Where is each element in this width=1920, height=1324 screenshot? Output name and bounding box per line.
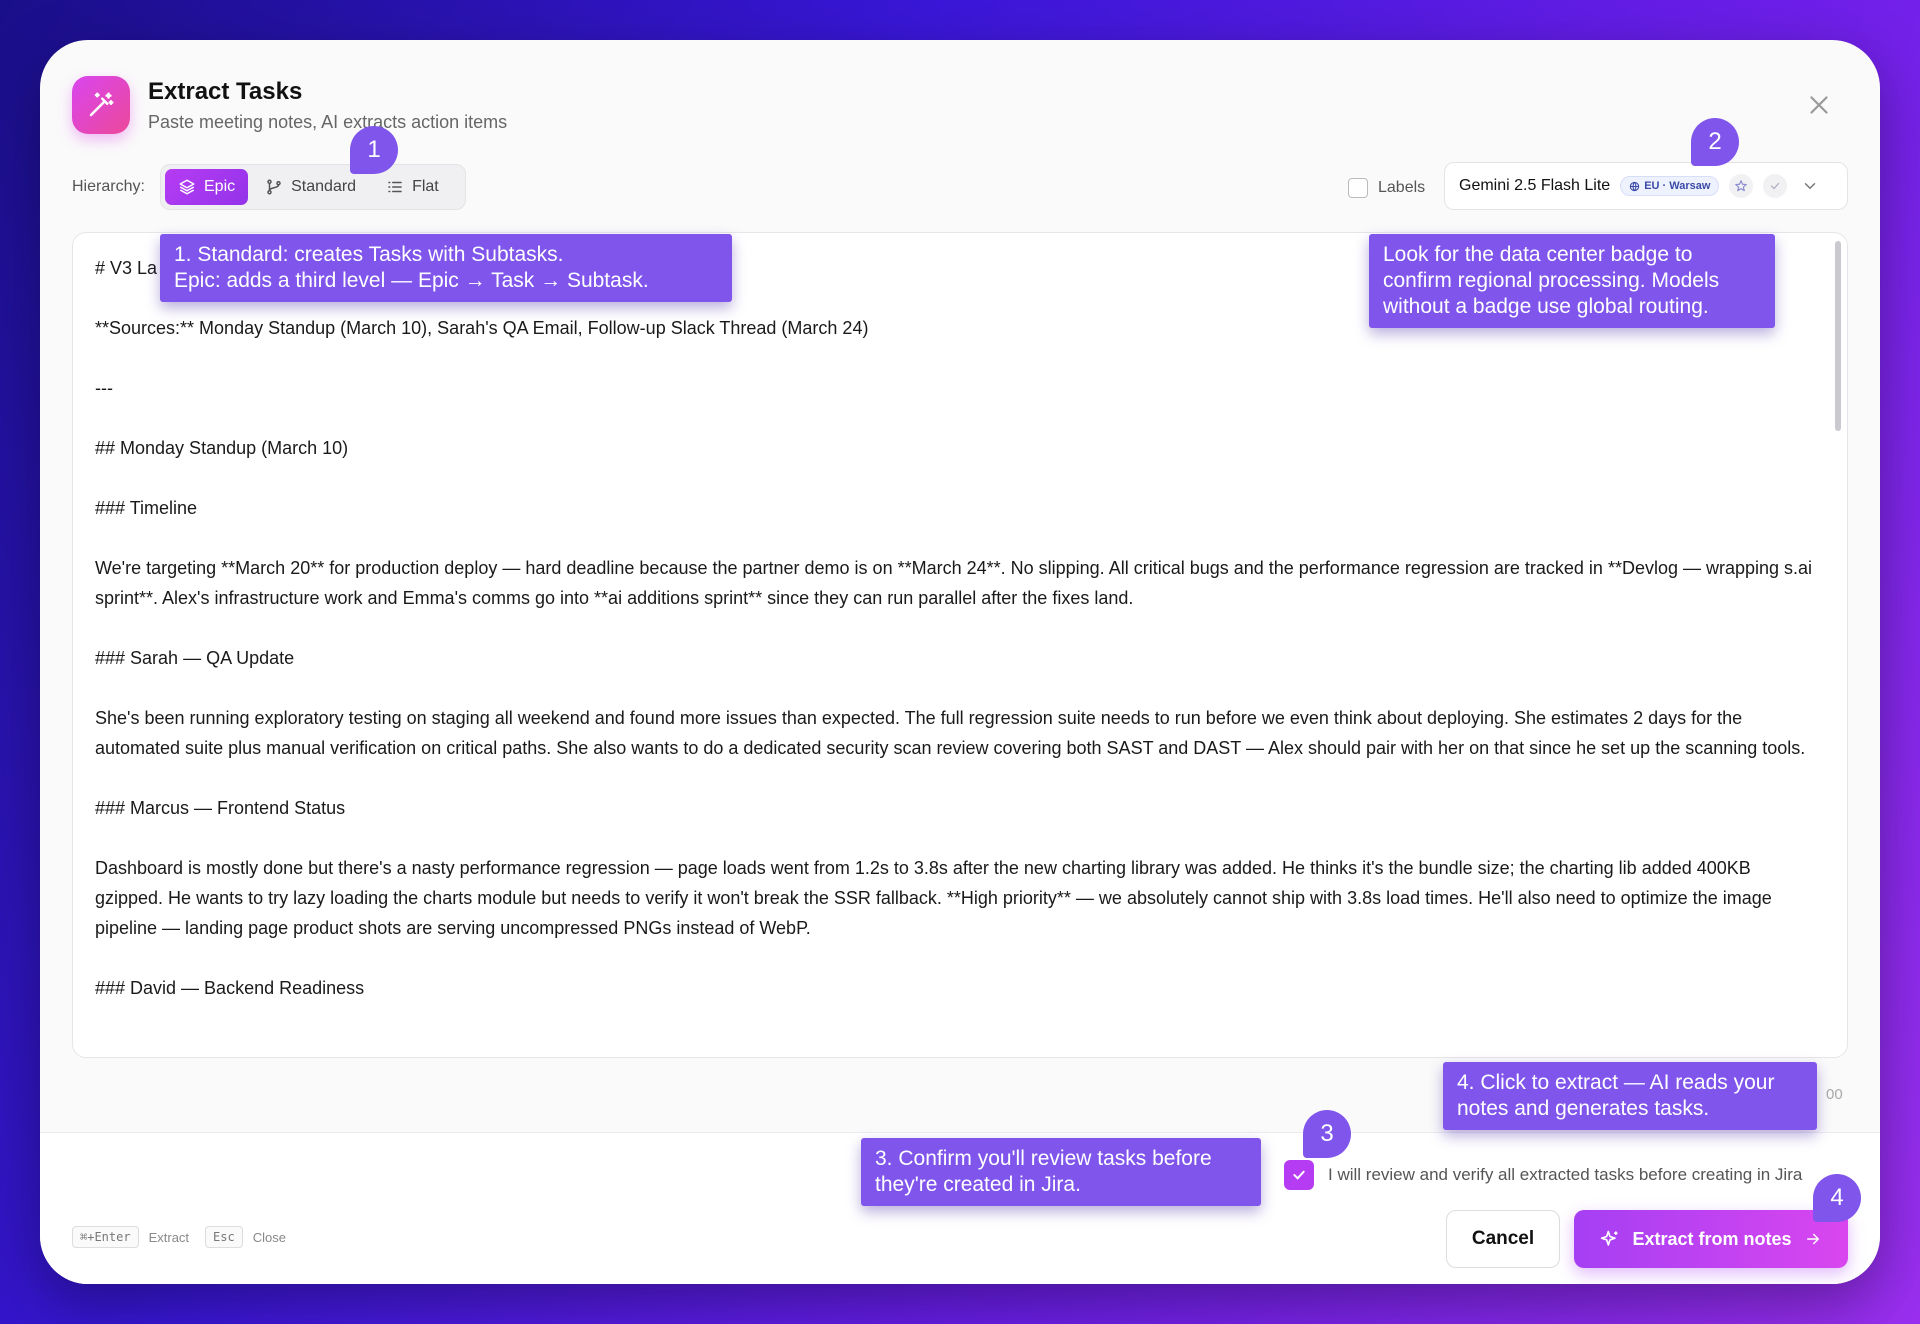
- check-icon: [1763, 174, 1788, 198]
- extract-button-label: Extract from notes: [1632, 1228, 1792, 1249]
- region-badge-text: EU · Warsaw: [1644, 180, 1711, 192]
- close-icon: [1810, 96, 1828, 114]
- model-name: Gemini 2.5 Flash Lite: [1459, 177, 1611, 194]
- notes-scrollbar-thumb[interactable]: [1835, 241, 1841, 431]
- annotation-tooltip-review: 3. Confirm you'll review tasks before th…: [861, 1138, 1261, 1206]
- cancel-button[interactable]: Cancel: [1446, 1210, 1560, 1268]
- close-button[interactable]: [1804, 90, 1834, 120]
- shortcut-key: Esc: [205, 1226, 243, 1248]
- annotation-tooltip-region: Look for the data center badge to confir…: [1369, 234, 1775, 328]
- hierarchy-option-standard[interactable]: Standard: [252, 169, 369, 205]
- dialog-title: Extract Tasks: [148, 78, 303, 105]
- sparkles-icon: [1601, 1230, 1618, 1246]
- layers-icon: [179, 179, 195, 195]
- hierarchy-option-epic[interactable]: Epic: [165, 169, 249, 205]
- checkmark-icon: [1293, 1170, 1305, 1180]
- hierarchy-option-label: Standard: [291, 178, 357, 195]
- annotation-badge-4: 4: [1813, 1174, 1861, 1222]
- hierarchy-option-flat[interactable]: Flat: [373, 169, 452, 205]
- chevron-down-icon[interactable]: [1801, 177, 1819, 195]
- annotation-badge-3: 3: [1303, 1110, 1351, 1158]
- annotation-badge-2: 2: [1691, 118, 1739, 166]
- labels-checkbox[interactable]: [1348, 178, 1368, 198]
- shortcut-key: ⌘+Enter: [72, 1226, 139, 1248]
- labels-toggle[interactable]: Labels: [1348, 178, 1425, 198]
- globe-icon: [1630, 181, 1640, 191]
- list-icon: [388, 181, 402, 193]
- annotation-tooltip-hierarchy: 1. Standard: creates Tasks with Subtasks…: [160, 234, 732, 302]
- meeting-notes-text: # V3 La **Sources:** Monday Standup (Mar…: [95, 258, 1813, 998]
- character-count: 00: [1826, 1086, 1843, 1103]
- shortcut-label: Close: [252, 1229, 286, 1245]
- hierarchy-option-label: Flat: [412, 178, 439, 195]
- review-confirm-label[interactable]: I will review and verify all extracted t…: [1328, 1165, 1802, 1185]
- labels-label: Labels: [1378, 179, 1426, 196]
- annotation-tooltip-extract: 4. Click to extract — AI reads your note…: [1443, 1062, 1817, 1130]
- model-select[interactable]: Gemini 2.5 Flash Lite EU · Warsaw: [1444, 162, 1848, 210]
- dialog-subtitle: Paste meeting notes, AI extracts action …: [148, 112, 508, 132]
- meeting-notes-textarea[interactable]: # V3 La **Sources:** Monday Standup (Mar…: [72, 232, 1848, 1058]
- review-confirm-checkbox[interactable]: [1284, 1160, 1314, 1190]
- extract-from-notes-button[interactable]: Extract from notes: [1574, 1210, 1848, 1268]
- arrow-right-icon: [1806, 1233, 1819, 1245]
- hierarchy-selector: Epic Standard Flat: [160, 164, 466, 210]
- hierarchy-label: Hierarchy:: [72, 178, 145, 195]
- shortcut-label: Extract: [148, 1229, 190, 1245]
- hierarchy-option-label: Epic: [204, 178, 236, 195]
- git-branch-icon: [267, 179, 281, 195]
- annotation-badge-1: 1: [350, 126, 398, 174]
- region-badge: EU · Warsaw: [1620, 176, 1720, 196]
- keyboard-shortcuts: ⌘+Enter Extract Esc Close: [72, 1226, 286, 1248]
- favorite-star-icon[interactable]: [1729, 174, 1754, 198]
- magic-wand-icon: [72, 76, 130, 134]
